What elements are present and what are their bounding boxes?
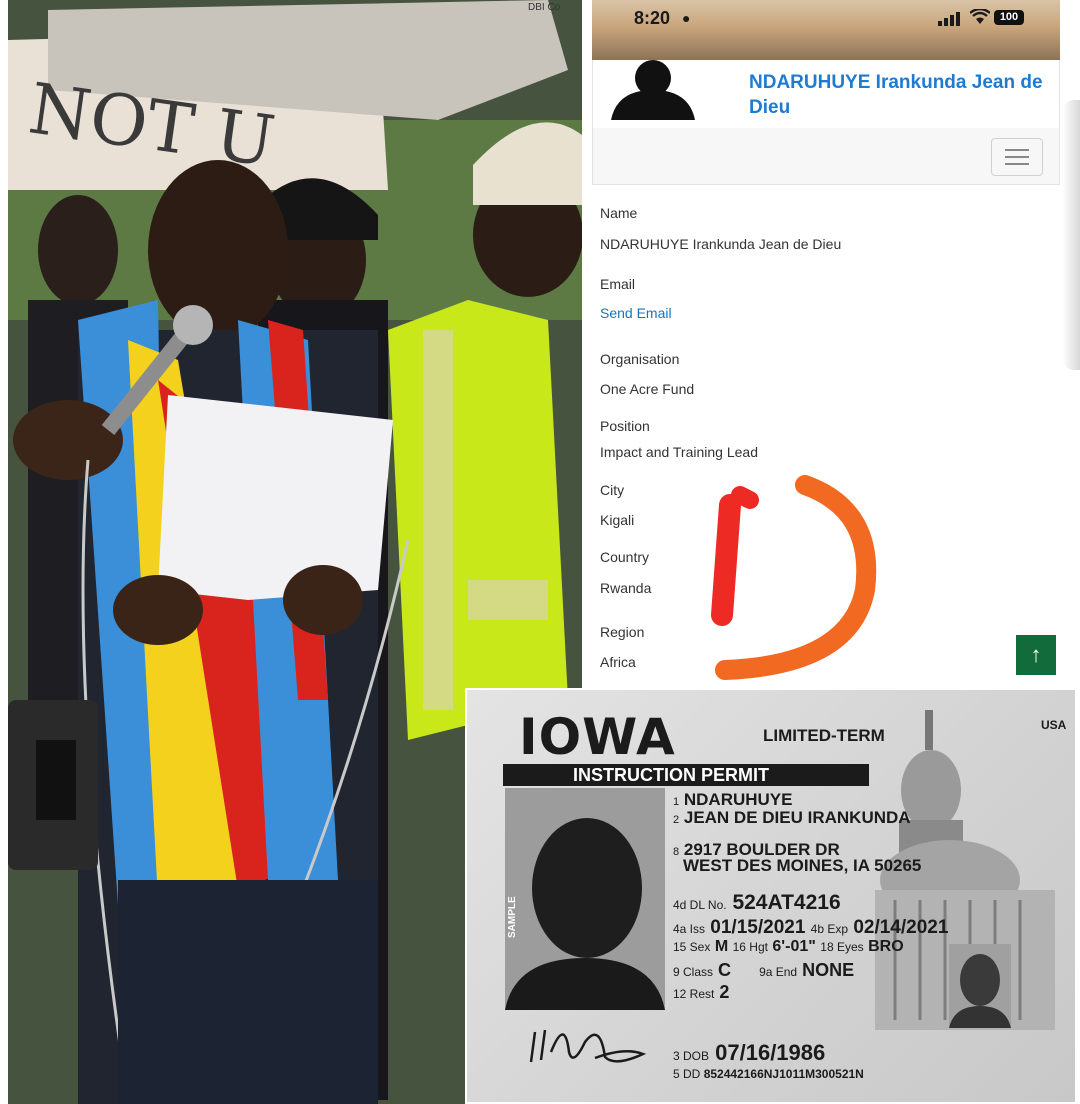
field-label-position: Position — [600, 418, 650, 434]
license-eyes: BRO — [868, 938, 904, 955]
field-label-email: Email — [600, 276, 636, 292]
field-value-name: NDARUHUYE Irankunda Jean de Dieu — [600, 236, 842, 252]
status-bar: 8:20 ● 100 — [592, 0, 1060, 60]
avatar — [611, 60, 695, 120]
id-doodle — [711, 475, 877, 680]
license-ghost-photo — [949, 944, 1011, 1028]
permit-banner: INSTRUCTION PERMIT — [503, 764, 869, 786]
license-rest-row: 12 Rest 2 — [673, 982, 729, 1003]
license-class-row: 9 Class C 9a End NONE — [673, 960, 854, 981]
scrollbar-edge — [1062, 100, 1080, 370]
iowa-instruction-permit: IOWA LIMITED-TERM USA INSTRUCTION PERMIT… — [465, 688, 1077, 1104]
field-label-organisation: Organisation — [600, 351, 680, 367]
field-label-name: Name — [600, 205, 638, 221]
license-given-row: 2 JEAN DE DIEU IRANKUNDA — [673, 808, 911, 828]
battery-icon: 100 — [994, 10, 1024, 25]
send-email-link[interactable]: Send Email — [600, 305, 672, 321]
dl-key: 4d DL No. — [673, 898, 727, 912]
end-key: 9a End — [759, 965, 798, 979]
field-value-country: Rwanda — [600, 580, 652, 596]
license-dl-row: 4d DL No. 524AT4216 — [673, 891, 841, 915]
field-label-region: Region — [600, 624, 645, 640]
field-number-2: 2 — [673, 814, 680, 826]
iss-key: 4a Iss — [673, 922, 706, 936]
license-given-names: JEAN DE DIEU IRANKUNDA — [683, 808, 911, 827]
eyes-key: 18 Eyes — [820, 940, 864, 954]
exp-key: 4b Exp — [810, 922, 849, 936]
signal-icon — [938, 12, 960, 26]
license-restrictions: 2 — [719, 982, 730, 1002]
field-value-organisation: One Acre Fund — [600, 381, 695, 397]
license-issue-date: 01/15/2021 — [710, 917, 806, 938]
dd-key: 5 DD — [673, 1067, 701, 1081]
license-state: IOWA — [519, 708, 676, 766]
license-surname: NDARUHUYE — [683, 790, 793, 809]
navbar — [592, 128, 1060, 185]
license-physical-row: 15 Sex M 16 Hgt 6'-01" 18 Eyes BRO — [673, 938, 904, 956]
field-value-city: Kigali — [600, 512, 635, 528]
class-key: 9 Class — [673, 965, 714, 979]
field-number-8: 8 — [673, 846, 680, 858]
profile-header: NDARUHUYE Irankunda Jean de Dieu — [592, 60, 1060, 129]
arrow-up-icon[interactable]: ↑ — [1016, 635, 1056, 675]
license-expiry-date: 02/14/2021 — [853, 917, 949, 938]
license-dd: 852442166NJ1011M300521N — [703, 1067, 864, 1081]
license-height: 6'-01" — [772, 938, 816, 955]
sample-watermark: SAMPLE — [507, 896, 518, 938]
hamburger-icon[interactable] — [991, 138, 1043, 176]
signature — [529, 1029, 647, 1063]
license-dd-row: 5 DD 852442166NJ1011M300521N — [673, 1067, 864, 1081]
license-class: C — [718, 960, 732, 980]
license-address-line2: WEST DES MOINES, IA 50265 — [683, 856, 922, 875]
field-number-1: 1 — [673, 796, 680, 808]
license-surname-row: 1 NDARUHUYE — [673, 790, 792, 810]
rest-key: 12 Rest — [673, 987, 715, 1001]
field-label-country: Country — [600, 549, 650, 565]
license-type: LIMITED-TERM — [763, 726, 885, 745]
field-label-city: City — [600, 482, 625, 498]
sex-key: 15 Sex — [673, 940, 711, 954]
person-icon: ● — [682, 10, 691, 26]
profile-name-heading[interactable]: NDARUHUYE Irankunda Jean de Dieu — [749, 70, 1049, 120]
license-photo — [505, 788, 665, 1010]
license-dob-row: 3 DOB 07/16/1986 — [673, 1040, 825, 1066]
field-value-region: Africa — [600, 654, 636, 670]
wifi-icon — [970, 9, 990, 24]
license-sex: M — [714, 938, 729, 955]
field-value-position: Impact and Training Lead — [600, 444, 758, 460]
sign-text-top: DBI Co — [528, 2, 561, 13]
license-dl-number: 524AT4216 — [732, 891, 841, 914]
license-endorsements: NONE — [802, 960, 855, 980]
license-dob: 07/16/1986 — [715, 1040, 826, 1065]
hgt-key: 16 Hgt — [732, 940, 768, 954]
license-dates-row: 4a Iss 01/15/2021 4b Exp 02/14/2021 — [673, 917, 948, 939]
dob-key: 3 DOB — [673, 1049, 710, 1063]
status-time: 8:20 — [634, 8, 671, 28]
license-country: USA — [1041, 718, 1067, 732]
